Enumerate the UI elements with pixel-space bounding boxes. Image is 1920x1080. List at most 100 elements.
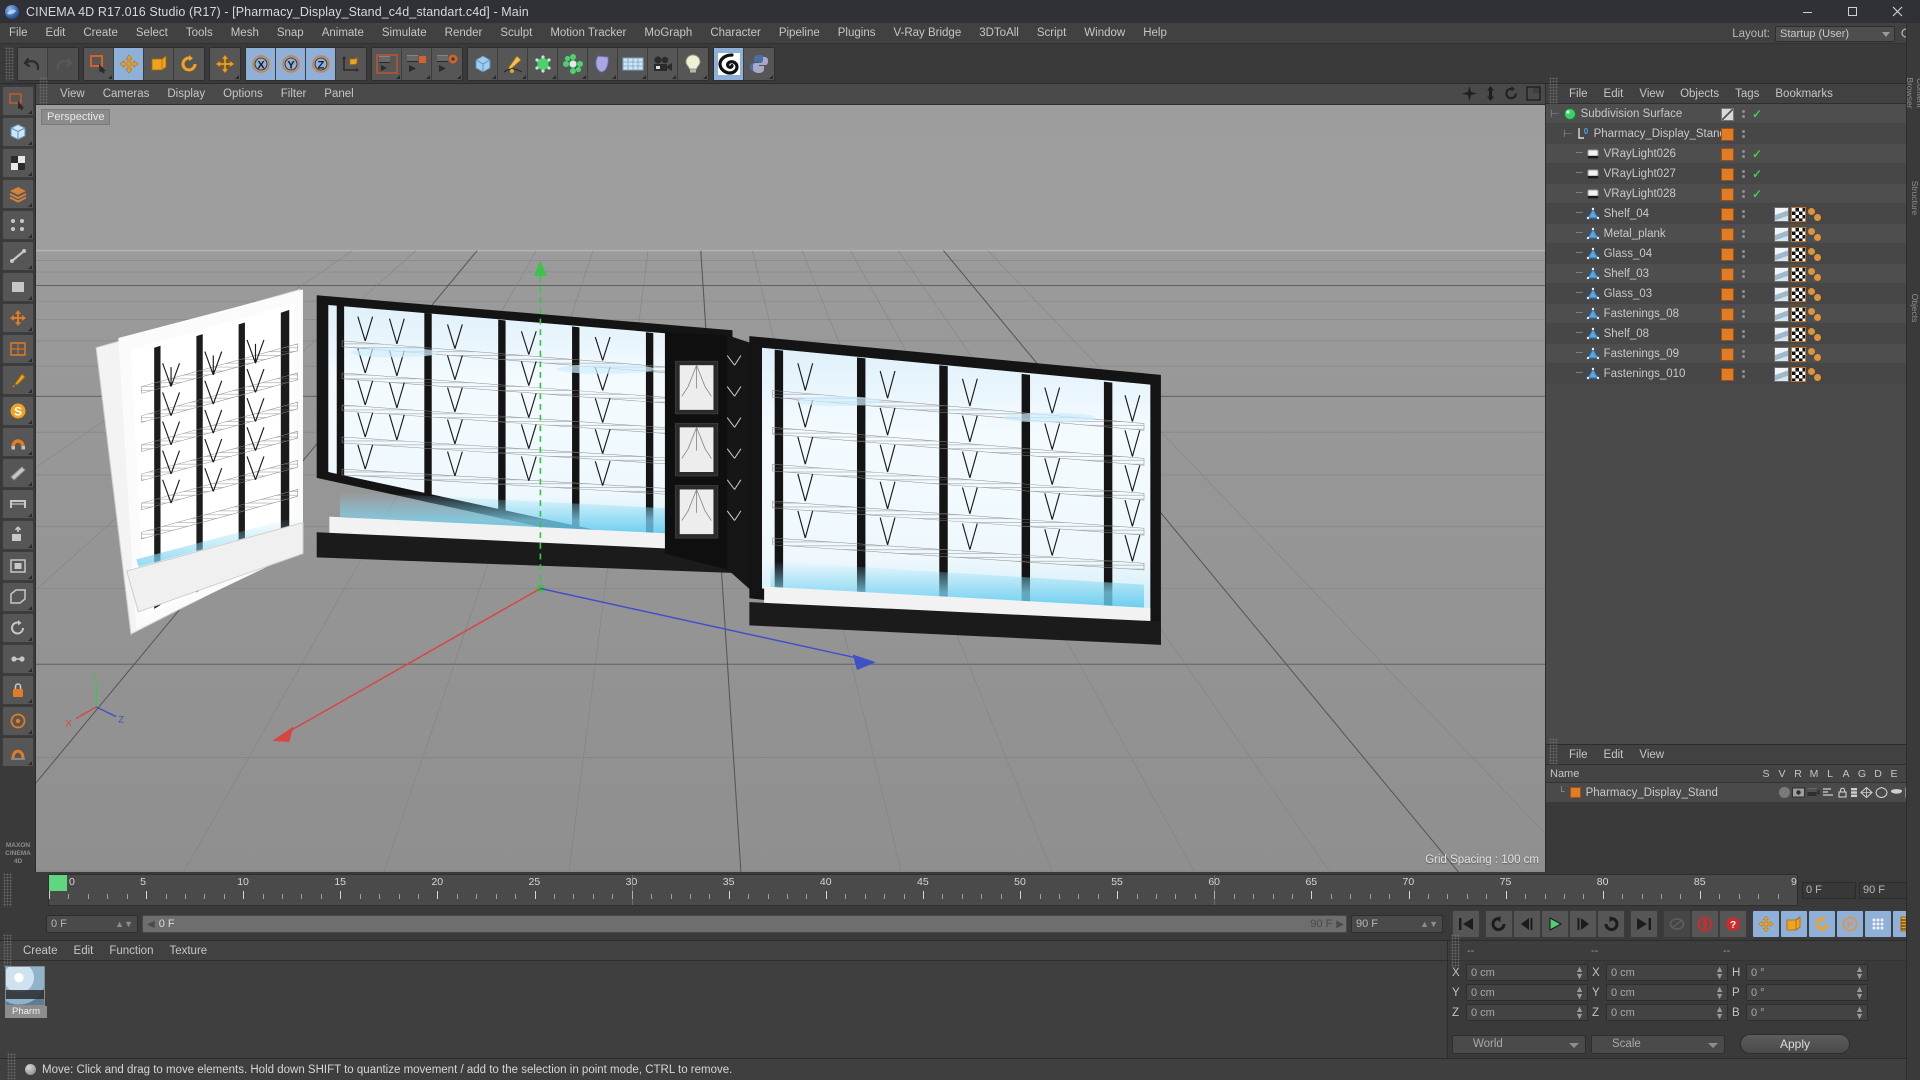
tree-indent[interactable]: ⊢ 0 (1546, 124, 1590, 144)
scale-tool-button[interactable] (144, 47, 174, 80)
tree-indent[interactable]: ─ (1546, 364, 1600, 384)
content-browser-button[interactable] (714, 47, 744, 80)
material-manager-body[interactable]: Pharm (0, 961, 1447, 1058)
enabled-check-icon[interactable]: ✓ (1752, 148, 1762, 160)
attribute-icon-row[interactable] (1779, 787, 1918, 798)
tree-indent[interactable]: ─ (1546, 164, 1600, 184)
polygon-mode-tool[interactable] (1, 272, 34, 302)
selection-tag-icon[interactable] (1808, 267, 1825, 282)
object-row[interactable]: ─ Metal_plank (1546, 224, 1920, 244)
preview-range-left-handle[interactable]: ◀ (147, 919, 155, 930)
am-menu-edit[interactable]: Edit (1596, 745, 1632, 765)
object-color-swatch[interactable] (1569, 787, 1581, 798)
solo-icon[interactable] (1779, 787, 1790, 798)
stepper-icon[interactable]: ▲▼ (1855, 1005, 1864, 1021)
object-row[interactable]: ─ Shelf_08 (1546, 324, 1920, 344)
checker-tool[interactable] (1, 148, 34, 178)
object-state-column[interactable] (1721, 344, 1761, 364)
render-view-button[interactable] (372, 47, 402, 80)
object-color-swatch[interactable] (1721, 367, 1734, 381)
object-state-column[interactable] (1721, 124, 1761, 144)
preview-range-right-handle[interactable]: ▶ (1336, 919, 1344, 930)
workplane-tool[interactable] (1, 706, 34, 736)
object-row[interactable]: ⊢ Subdivision Surface ✓ (1546, 104, 1920, 124)
object-state-column[interactable]: ✓ (1721, 144, 1762, 164)
light-button[interactable] (678, 47, 708, 80)
rotation-p-input[interactable]: 0 ° ▲ ▼ (1746, 984, 1868, 1001)
texture-tag-icon[interactable] (1774, 306, 1789, 322)
tree-indent[interactable]: ─ (1546, 344, 1600, 364)
size-x-input[interactable]: 0 cm ▲ ▼ (1606, 964, 1728, 981)
checker-material-tag-icon[interactable] (1791, 306, 1806, 322)
coordinates-grip[interactable] (1451, 933, 1460, 968)
object-color-swatch[interactable] (1721, 307, 1734, 321)
object-state-column[interactable] (1721, 244, 1761, 264)
size-mode-select[interactable]: Scale (1591, 1034, 1725, 1054)
current-frame-input[interactable]: 0 F ▲▼ (46, 915, 138, 933)
x-axis-lock-button[interactable]: X (246, 47, 276, 80)
viewport-menu-filter[interactable]: Filter (272, 84, 316, 105)
object-color-swatch[interactable] (1721, 327, 1734, 341)
extrude-tool[interactable] (1, 520, 34, 550)
redo-button[interactable] (48, 47, 78, 80)
coordinate-system-select[interactable]: World (1452, 1034, 1586, 1054)
visible-editor-icon[interactable] (1792, 787, 1805, 798)
object-color-swatch[interactable] (1721, 247, 1734, 261)
am-menu-view[interactable]: View (1631, 745, 1672, 765)
size-y-input[interactable]: 0 cm ▲ ▼ (1606, 984, 1728, 1001)
layer-stack-icon[interactable] (1850, 787, 1858, 798)
selection-tag-icon[interactable] (1808, 327, 1825, 342)
object-color-swatch[interactable] (1721, 187, 1734, 201)
scale-key-button[interactable] (1780, 910, 1808, 938)
checker-material-tag-icon[interactable] (1791, 266, 1806, 282)
checker-material-tag-icon[interactable] (1791, 246, 1806, 262)
object-row[interactable]: ─ VRayLight026 ✓ (1546, 144, 1920, 164)
texture-tag-icon[interactable] (1774, 326, 1789, 342)
stepper-icon[interactable]: ▲▼ (1715, 965, 1724, 981)
move-tool-button[interactable] (114, 47, 144, 80)
object-tags[interactable] (1774, 366, 1825, 382)
enabled-check-icon[interactable]: ✓ (1752, 168, 1762, 180)
stepper-icon[interactable]: ▲▼ (1575, 965, 1584, 981)
stepper-icon[interactable]: ▲▼ (115, 919, 133, 929)
selection-tag-icon[interactable] (1808, 207, 1825, 222)
menu-sculpt[interactable]: Sculpt (491, 23, 541, 44)
timeline-ruler[interactable]: 051015202530354045505560657075808590 (48, 874, 1798, 906)
lock-icon[interactable] (1837, 787, 1848, 798)
object-state-column[interactable]: ✓ (1721, 164, 1762, 184)
rotation-b-input[interactable]: 0 ° ▲ ▼ (1746, 1004, 1868, 1021)
visibility-dots-icon[interactable] (1739, 130, 1747, 138)
texture-tag-icon[interactable] (1774, 266, 1789, 282)
bend-deformer-button[interactable] (588, 47, 618, 80)
toolbar-grip[interactable] (5, 46, 14, 81)
close-button[interactable] (1875, 0, 1920, 23)
object-color-swatch[interactable] (1721, 287, 1734, 301)
selection-tag-icon[interactable] (1808, 247, 1825, 262)
texture-tag-icon[interactable] (1774, 346, 1789, 362)
object-color-swatch[interactable] (1721, 107, 1734, 121)
tree-indent[interactable]: ⊢ (1546, 104, 1577, 124)
mm-menu-texture[interactable]: Texture (161, 941, 215, 961)
om-menu-bookmarks[interactable]: Bookmarks (1767, 84, 1841, 104)
z-axis-lock-button[interactable]: Z (306, 47, 336, 80)
s-mode-tool[interactable]: S (1, 396, 34, 426)
visibility-dots-icon[interactable] (1739, 230, 1747, 238)
python-button[interactable] (744, 47, 774, 80)
point-level-animation-button[interactable] (1864, 910, 1892, 938)
edge-mode-tool[interactable] (1, 241, 34, 271)
position-z-input[interactable]: 0 cm ▲ ▼ (1466, 1004, 1588, 1021)
visibility-dots-icon[interactable] (1739, 110, 1747, 118)
position-y-input[interactable]: 0 cm ▲ ▼ (1466, 984, 1588, 1001)
object-tags[interactable] (1774, 286, 1825, 302)
point-mode-tool[interactable] (1, 210, 34, 240)
position-key-button[interactable] (1752, 910, 1780, 938)
select-tool-button[interactable] (84, 47, 114, 80)
texture-tag-icon[interactable] (1774, 206, 1789, 222)
object-tags[interactable] (1774, 306, 1825, 322)
spin-edge-tool[interactable] (1, 613, 34, 643)
status-bar-grip[interactable] (7, 1052, 16, 1080)
viewport-maximize-icon[interactable] (1526, 86, 1541, 101)
menu-mesh[interactable]: Mesh (222, 23, 268, 44)
floor-environment-button[interactable] (618, 47, 648, 80)
attribute-row[interactable]: └ Pharmacy_Display_Stand (1546, 783, 1920, 802)
